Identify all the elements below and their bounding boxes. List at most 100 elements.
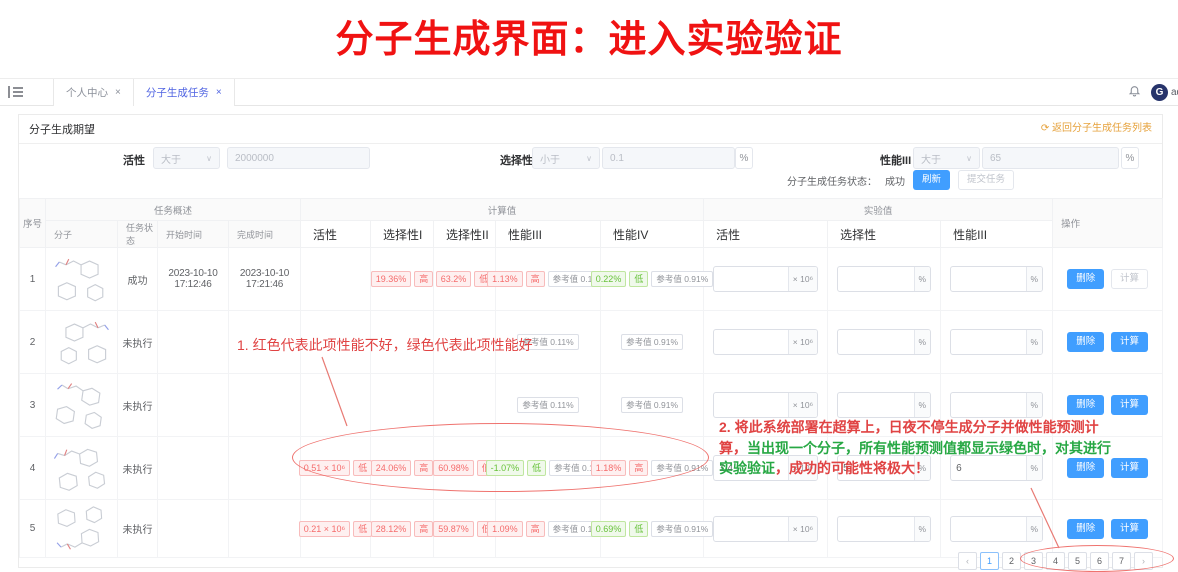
exp-activity-input[interactable]: [714, 517, 788, 541]
delete-button[interactable]: 删除: [1067, 519, 1104, 539]
molecule-cell: [46, 374, 118, 437]
col-header-calc-activity: 活性: [301, 221, 371, 248]
perf3-operator-select[interactable]: 大于∨: [913, 147, 980, 169]
seq-cell: 2: [20, 311, 46, 374]
exp-perf3-input[interactable]: [951, 267, 1025, 291]
percent-addon: %: [914, 393, 931, 417]
generation-status-value: 成功: [885, 173, 905, 188]
value-tag: 1.13%: [487, 271, 523, 287]
exp-selectivity-input[interactable]: [838, 267, 913, 291]
tab-personal-center[interactable]: 个人中心 ×: [53, 79, 134, 106]
actions-cell: 删除 计算: [1053, 248, 1163, 311]
sidebar-collapse-icon[interactable]: [8, 85, 26, 101]
col-header-exp-selectivity: 选择性: [828, 221, 941, 248]
calculate-button[interactable]: 计算: [1111, 458, 1148, 478]
page-button-4[interactable]: 4: [1046, 552, 1065, 570]
level-tag: 高: [414, 460, 433, 476]
level-tag: 高: [629, 460, 648, 476]
activity-unit-addon: × 10⁶: [788, 267, 817, 291]
value-tag: 0.69%: [591, 521, 627, 537]
calc-perf4-cell: 参考值 0.91%: [601, 311, 704, 374]
page-button-2[interactable]: 2: [1002, 552, 1021, 570]
avatar[interactable]: G: [1151, 84, 1168, 101]
activity-operator-select[interactable]: 大于∨: [153, 147, 220, 169]
delete-button[interactable]: 删除: [1067, 395, 1104, 415]
exp-perf3-input[interactable]: [951, 517, 1025, 541]
topbar-right: G admin: [1128, 79, 1178, 106]
selectivity-operator-select[interactable]: 小于∨: [532, 147, 600, 169]
tab-label: 分子生成任务: [146, 85, 209, 100]
molecule-structure: [48, 317, 116, 367]
tab-molecule-generation-task[interactable]: 分子生成任务 ×: [133, 79, 235, 106]
level-tag: 高: [526, 521, 545, 537]
filter-perf3-label: 性能III: [880, 152, 911, 168]
reference-tag: 参考值 0.91%: [651, 460, 713, 476]
exp-selectivity-input[interactable]: [838, 330, 913, 354]
molecule-structure: [44, 376, 118, 435]
refresh-arrow-icon: ⟳: [1041, 123, 1049, 134]
close-icon[interactable]: ×: [216, 87, 222, 98]
exp-perf3-input[interactable]: [951, 393, 1025, 417]
exp-activity-input[interactable]: [714, 330, 788, 354]
exp-activity-input[interactable]: [714, 393, 788, 417]
notification-bell-icon[interactable]: [1128, 84, 1141, 102]
refresh-button[interactable]: 刷新: [913, 170, 950, 190]
tab-bar: 个人中心 × 分子生成任务 ×: [53, 79, 234, 106]
exp-selectivity-cell: %: [828, 248, 941, 311]
page-button-3[interactable]: 3: [1024, 552, 1043, 570]
value-tag: 0.22%: [591, 271, 627, 287]
perf3-value-input[interactable]: 65: [982, 147, 1119, 169]
reference-tag: 参考值 0.91%: [651, 271, 713, 287]
delete-button[interactable]: 删除: [1067, 332, 1104, 352]
percent-addon: %: [1026, 517, 1043, 541]
delete-button[interactable]: 删除: [1067, 269, 1104, 289]
molecule-cell: [46, 248, 118, 311]
exp-selectivity-input[interactable]: [838, 517, 913, 541]
calc-selectivity1-cell: 24.06% 高: [371, 437, 434, 500]
col-header-calc-perf4: 性能IV: [601, 221, 704, 248]
submit-task-button[interactable]: 提交任务: [958, 170, 1014, 190]
exp-activity-cell: × 10⁶: [704, 248, 828, 311]
prev-page-button[interactable]: ‹: [958, 552, 977, 570]
calc-perf4-cell: 0.69% 低 参考值 0.91%: [601, 500, 704, 558]
activity-unit-addon: × 10⁶: [788, 393, 817, 417]
exp-activity-input[interactable]: [714, 267, 788, 291]
back-to-task-list-link[interactable]: ⟳ 返回分子生成任务列表: [1041, 115, 1152, 143]
exp-selectivity-input[interactable]: [838, 393, 913, 417]
calculate-button[interactable]: 计算: [1111, 332, 1148, 352]
card-header: 分子生成期望 ⟳ 返回分子生成任务列表: [19, 115, 1162, 144]
page-button-7[interactable]: 7: [1112, 552, 1131, 570]
calculate-button[interactable]: 计算: [1111, 395, 1148, 415]
calc-selectivity1-cell: [371, 374, 434, 437]
start-time-cell: [158, 374, 229, 437]
value-tag: 0.51 × 10⁶: [299, 460, 351, 476]
page-button-5[interactable]: 5: [1068, 552, 1087, 570]
molecule-cell: [46, 500, 118, 558]
status-cell: 成功: [118, 248, 158, 311]
next-page-button[interactable]: ›: [1134, 552, 1153, 570]
page-button-1[interactable]: 1: [980, 552, 999, 570]
exp-selectivity-cell: %: [828, 500, 941, 558]
calculate-button[interactable]: 计算: [1111, 519, 1148, 539]
activity-value-input[interactable]: 2000000: [227, 147, 370, 169]
exp-perf3-cell: %: [941, 500, 1053, 558]
percent-addon: %: [1026, 330, 1043, 354]
actions-cell: 删除 计算: [1053, 311, 1163, 374]
status-cell: 未执行: [118, 500, 158, 558]
calculate-button[interactable]: 计算: [1111, 269, 1148, 289]
chevron-down-icon: ∨: [586, 154, 592, 163]
value-tag: 28.12%: [371, 521, 412, 537]
close-icon[interactable]: ×: [115, 87, 121, 98]
page-button-6[interactable]: 6: [1090, 552, 1109, 570]
exp-perf3-input[interactable]: [951, 330, 1025, 354]
level-tag: 低: [353, 460, 372, 476]
generation-status-label: 分子生成任务状态：: [787, 173, 877, 188]
col-header-start-time: 开始时间: [158, 221, 229, 248]
calc-perf4-cell: 0.22% 低 参考值 0.91%: [601, 248, 704, 311]
col-header-end-time: 完成时间: [229, 221, 301, 248]
start-time-cell: 2023-10-10 17:12:46: [158, 248, 229, 311]
selectivity-value-input[interactable]: 0.1: [602, 147, 735, 169]
exp-perf3-cell: %: [941, 248, 1053, 311]
annotation-note-2: 2. 将此系统部署在超算上，日夜不停生成分子并做性能预测计算，当出现一个分子，所…: [719, 417, 1115, 479]
group-header-task: 任务概述: [46, 199, 301, 221]
